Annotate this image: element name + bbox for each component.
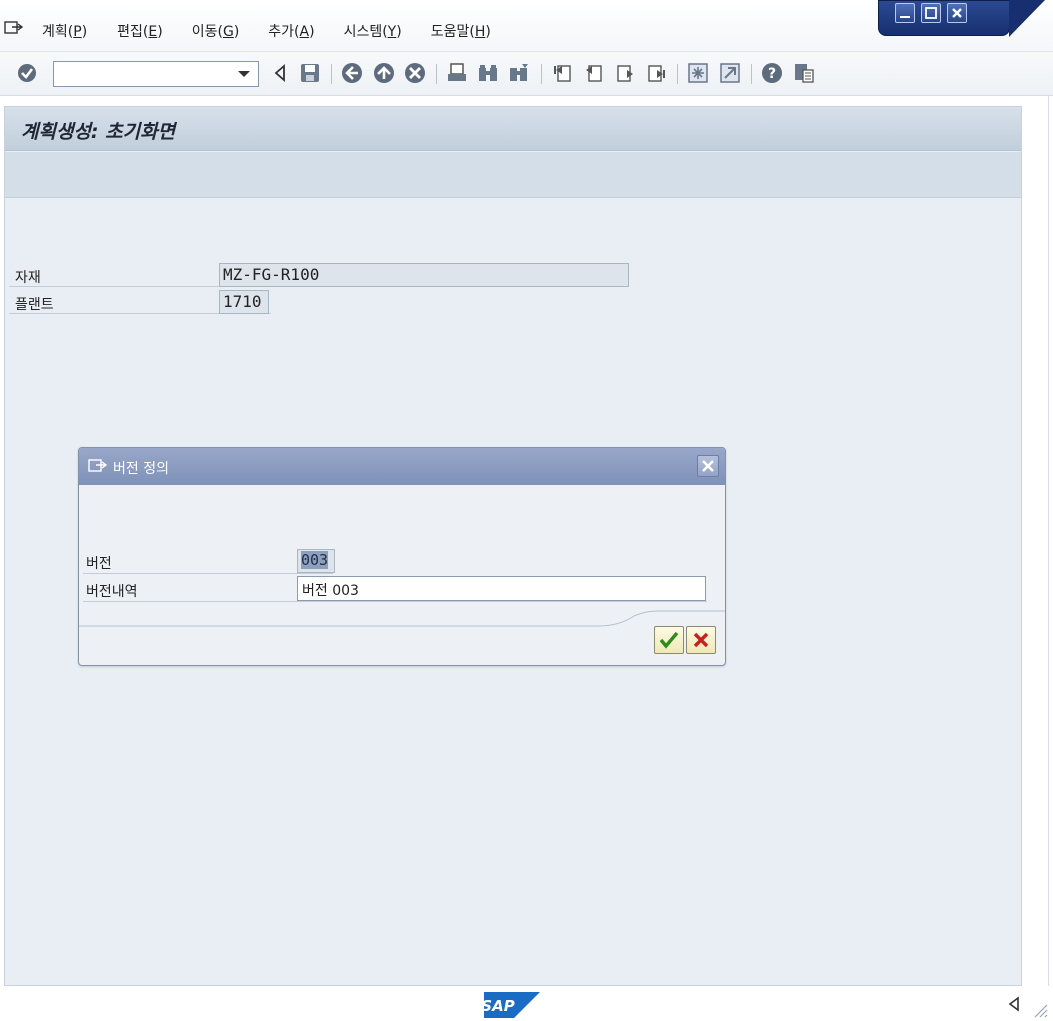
svg-text:?: ? (768, 66, 776, 82)
save-icon[interactable] (299, 62, 321, 84)
description-label: 버전내역 (86, 584, 138, 600)
version-value: 003 (301, 551, 329, 569)
chevron-down-icon[interactable] (238, 71, 250, 77)
exit-icon[interactable] (373, 62, 395, 84)
menu-goto[interactable]: 이동(G) (192, 21, 240, 41)
material-row: 자재 MZ-FG-R100 (9, 263, 629, 287)
plant-label: 플랜트 (15, 297, 54, 313)
menu-extras[interactable]: 추가(A) (268, 21, 314, 41)
version-row: 버전 003 (83, 548, 335, 574)
back-icon[interactable] (341, 62, 363, 84)
toolbar-separator (751, 64, 752, 84)
sap-logo: SAP (481, 992, 540, 1018)
menu-edit[interactable]: 편집(E) (117, 21, 163, 41)
first-page-icon[interactable] (552, 62, 574, 84)
dialog-options-icon[interactable] (88, 458, 108, 474)
menu-system[interactable]: 시스템(Y) (344, 21, 402, 41)
version-dialog: 버전 정의 버전 003 버전내역 버전 003 (78, 447, 726, 666)
back-arrow-icon[interactable] (270, 62, 292, 84)
plant-row: 플랜트 1710 (9, 290, 271, 314)
find-next-icon[interactable] (508, 62, 530, 84)
cancel-icon[interactable] (404, 62, 426, 84)
print-icon[interactable] (446, 62, 468, 84)
close-icon[interactable] (697, 455, 719, 477)
title-bar: 계획생성: 초기화면 (5, 107, 1021, 151)
cancel-button[interactable] (686, 626, 716, 654)
menu-bar: 계획(P) 편집(E) 이동(G) 추가(A) 시스템(Y) 도움말(H) (0, 0, 1053, 52)
dialog-footer-divider (79, 610, 725, 627)
previous-page-icon[interactable] (583, 62, 605, 84)
menu-help[interactable]: 도움말(H) (431, 21, 491, 41)
toolbar-separator (331, 64, 332, 84)
menu-plan[interactable]: 계획(P) (42, 21, 87, 41)
status-toggle-icon[interactable] (1008, 996, 1020, 1012)
shortcut-icon[interactable] (719, 62, 741, 84)
close-window-icon[interactable] (947, 3, 967, 23)
dialog-title: 버전 정의 (113, 461, 169, 477)
help-icon[interactable]: ? (761, 62, 783, 84)
version-label: 버전 (86, 556, 112, 572)
material-field[interactable]: MZ-FG-R100 (219, 263, 629, 287)
status-bar: SAP (0, 986, 1053, 1021)
maximize-icon[interactable] (921, 3, 941, 23)
minimize-icon[interactable] (895, 3, 915, 23)
confirm-button[interactable] (654, 626, 684, 654)
resize-grip-icon[interactable] (1032, 1002, 1048, 1018)
toolbar-separator (677, 64, 678, 84)
window-controls (878, 0, 1045, 37)
window-right-edge (1048, 96, 1053, 986)
customize-layout-icon[interactable] (793, 62, 815, 84)
page-title: 계획생성: 초기화면 (21, 121, 176, 143)
dialog-header: 버전 정의 (79, 448, 725, 485)
create-session-icon[interactable] (687, 62, 709, 84)
material-label: 자재 (15, 270, 41, 286)
next-page-icon[interactable] (614, 62, 636, 84)
toolbar-separator (541, 64, 542, 84)
version-field[interactable]: 003 (297, 549, 335, 573)
menu-items: 계획(P) 편집(E) 이동(G) 추가(A) 시스템(Y) 도움말(H) (42, 21, 491, 41)
description-input[interactable]: 버전 003 (297, 576, 706, 601)
standard-toolbar: ? (0, 52, 1053, 96)
find-icon[interactable] (477, 62, 499, 84)
command-field[interactable] (53, 61, 259, 87)
sap-logo-text: SAP (484, 997, 515, 1015)
menu-options-icon[interactable] (4, 20, 24, 36)
description-row: 버전내역 버전 003 (83, 576, 707, 602)
command-input[interactable] (54, 62, 234, 84)
toolbar-separator (436, 64, 437, 84)
last-page-icon[interactable] (645, 62, 667, 84)
enter-icon[interactable] (16, 62, 38, 84)
plant-field[interactable]: 1710 (219, 290, 269, 314)
application-toolbar (5, 152, 1021, 198)
